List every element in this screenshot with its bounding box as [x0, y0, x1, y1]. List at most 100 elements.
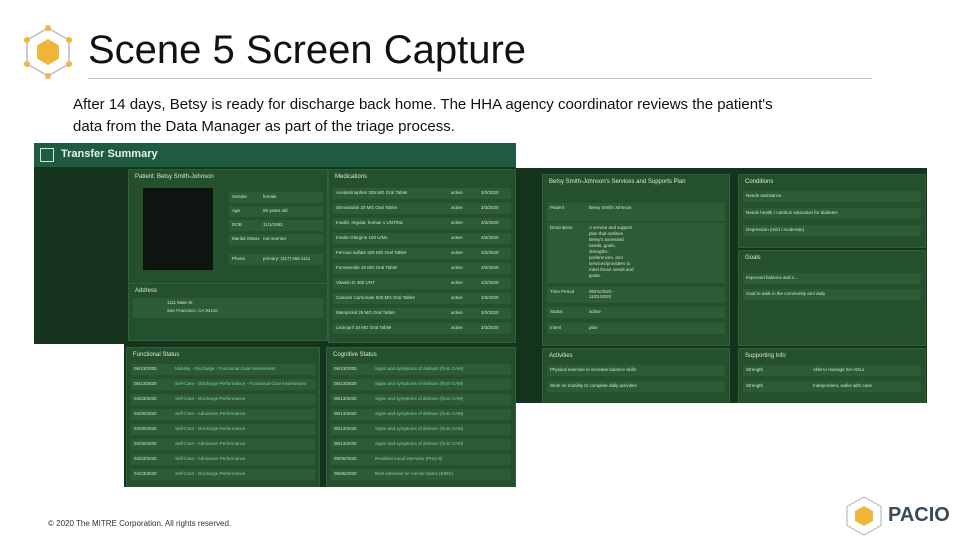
activity-text: Physical exercise to increase balance sk… — [550, 367, 637, 372]
medication-row: Vitamin D 400 UNT active 3/3/2020 — [333, 278, 511, 289]
field-label: Marital Status — [232, 236, 260, 241]
medication-name: Insulin Glargine 100 U/ML — [336, 235, 389, 240]
plan-heading: Betsy Smith-Johnson's Services and Suppo… — [549, 179, 686, 185]
cognitive-assessment-link[interactable]: Signs and symptoms of delirium (from CAM… — [375, 411, 463, 416]
patient-avatar — [143, 188, 213, 270]
functional-assessment-link[interactable]: Mobility - Discharge - Functional Goal A… — [175, 366, 276, 371]
medication-name: Simvastatin 20 MG Oral Tablet — [336, 205, 397, 210]
services-plan-screenshot: Betsy Smith-Johnson's Services and Suppo… — [516, 168, 927, 403]
functional-date: 04/23/2020 — [134, 456, 157, 461]
supporting-heading: Supporting Info — [745, 353, 786, 359]
functional-date: 04/30/2020 — [134, 441, 157, 446]
medication-name: Ferrous sulfate 325 MG Oral Tablet — [336, 250, 407, 255]
supporting-row: Strength Independent, walks with cane — [743, 381, 921, 392]
cognitive-row: 05/13/2020 Signs and symptoms of delirium… — [331, 424, 511, 435]
plan-field-row: Intent plan — [547, 323, 725, 334]
medication-status: active — [451, 205, 463, 210]
functional-assessment-link[interactable]: Self-Care - Admission Performance — [175, 411, 246, 416]
cognitive-assessment-link[interactable]: Signs and symptoms of delirium (from CAM… — [375, 366, 463, 371]
cognitive-date: 05/13/2020 — [334, 426, 357, 431]
functional-row: 04/30/2020 Self-Care - Admission Performa… — [131, 409, 315, 420]
plan-field-row: Description A service and support plan th… — [547, 223, 725, 283]
field-value: 65 years old — [263, 208, 288, 213]
cognitive-date: 05/13/2020 — [334, 381, 357, 386]
plan-field-row: Time Period 05/01/2020 - 11/01/2020 — [547, 287, 725, 303]
app-header: Transfer Summary — [34, 143, 516, 167]
functional-row: 04/30/2020 Self-Care - Admission Performa… — [131, 439, 315, 450]
field-label: Age — [232, 208, 241, 213]
cognitive-assessment-link[interactable]: Signs and symptoms of delirium (from CAM… — [375, 441, 463, 446]
functional-date: 05/13/2020 — [134, 366, 157, 371]
medication-row: Insulin, regular, human 1 UNT/ML active 3/… — [333, 218, 511, 229]
field-value: 11/1/1952 — [263, 222, 283, 227]
medication-status: active — [451, 310, 463, 315]
functional-assessment-link[interactable]: Self-Care - Discharge Performance — [175, 426, 245, 431]
cognitive-row: 05/05/2020 Brief interview for mental sta… — [331, 469, 511, 480]
medication-date: 3/3/2020 — [481, 265, 499, 270]
field-label: Description — [550, 225, 573, 230]
functional-row: 04/30/2020 Self-Care - Discharge Performa… — [131, 424, 315, 435]
functional-assessment-link[interactable]: Self-Care - Discharge Performance — [175, 471, 245, 476]
medication-status: active — [451, 190, 463, 195]
supporting-row: Strength Able to manage her ADLs — [743, 365, 921, 376]
cognitive-assessment-link[interactable]: Signs and symptoms of delirium (from CAM… — [375, 426, 463, 431]
functional-date: 05/13/2020 — [134, 381, 157, 386]
field-value: primary: (317) 555-1111 — [263, 256, 311, 261]
pacio-hexagon-logo-icon — [24, 25, 72, 79]
functional-date: 04/23/2020 — [134, 396, 157, 401]
functional-assessment-link[interactable]: Self-Care - Admission Performance — [175, 441, 246, 446]
field-label: Phone — [232, 256, 246, 261]
copyright-notice: © 2020 The MITRE Corporation. All rights… — [48, 519, 232, 528]
goal-row: Improved balance and s... — [743, 273, 921, 284]
slide-description: After 14 days, Betsy is ready for discha… — [73, 96, 773, 135]
cognitive-status-card: Cognitive Status 05/13/2020 Signs and sym… — [326, 347, 516, 487]
cognitive-row: 05/05/2020 Resident mood interview (PHQ-9… — [331, 454, 511, 465]
medication-row: Metoprolol 25 MG Oral Tablet active 3/3/20… — [333, 308, 511, 319]
address-card: Address 1111 Main St San Francisco, CA 9… — [128, 283, 328, 341]
patient-field-row: DOB 11/1/1952 — [229, 220, 323, 231]
medication-status: active — [451, 250, 463, 255]
condition-text: Needs health / nutrition education for d… — [746, 210, 838, 215]
functional-row: 05/13/2020 Self-Care - Discharge Performa… — [131, 379, 315, 390]
medication-name: Insulin, regular, human 1 UNT/ML — [336, 220, 404, 225]
cognitive-assessment-link[interactable]: Signs and symptoms of delirium (from CAM… — [375, 381, 463, 386]
plan-field-row: Status active — [547, 307, 725, 318]
home-icon[interactable] — [40, 148, 54, 162]
supporting-info-card: Supporting Info Strength Able to manage h… — [738, 348, 926, 403]
medication-status: active — [451, 265, 463, 270]
functional-date: 04/30/2020 — [134, 426, 157, 431]
slide-title: Scene 5 Screen Capture — [88, 28, 527, 72]
field-value: 05/01/2020 - 11/01/2020 — [589, 289, 615, 299]
condition-row: Depression (mild / moderate) — [743, 225, 921, 236]
patient-field-row: Age 65 years old — [229, 206, 323, 217]
pacio-wordmark: PACIO — [888, 504, 950, 526]
medication-date: 3/3/2020 — [481, 190, 499, 195]
functional-assessment-link[interactable]: Self-Care - Discharge Performance - Func… — [175, 381, 306, 386]
field-label: Patient — [550, 205, 565, 210]
medications-card: Medications Acetaminophen 325 MG Oral Ta… — [328, 169, 516, 343]
cognitive-assessment-link[interactable]: Brief interview for mental status (BIMS) — [375, 471, 453, 476]
medication-status: active — [451, 325, 463, 330]
goal-row: Goal to walk in the community and daily — [743, 289, 921, 300]
activities-heading: Activities — [549, 353, 573, 359]
cognitive-row: 05/13/2020 Signs and symptoms of delirium… — [331, 364, 511, 375]
functional-row: 04/23/2020 Self-Care - Admission Performa… — [131, 454, 315, 465]
medication-name: Vitamin D 400 UNT — [336, 280, 375, 285]
supporting-value: Able to manage her ADLs — [813, 367, 865, 372]
field-label: DOB — [232, 222, 242, 227]
goal-text: Improved balance and s... — [746, 275, 798, 280]
activity-text: Work on mobility to complete daily activ… — [550, 383, 637, 388]
functional-assessment-link[interactable]: Self-Care - Discharge Performance — [175, 396, 245, 401]
condition-row: Needs assistance — [743, 191, 921, 202]
patient-field-row: Marital Status not married — [229, 234, 323, 245]
medication-name: Calcium Carbonate 500 MG Oral Tablet — [336, 295, 415, 300]
medication-date: 3/3/2020 — [481, 220, 499, 225]
conditions-card: Conditions Needs assistance Needs health … — [738, 174, 926, 248]
medication-date: 3/3/2020 — [481, 310, 499, 315]
functional-row: 04/23/2020 Self-Care - Discharge Performa… — [131, 394, 315, 405]
cognitive-assessment-link[interactable]: Signs and symptoms of delirium (from CAM… — [375, 396, 463, 401]
patient-field-row: Gender female — [229, 192, 323, 203]
cognitive-assessment-link[interactable]: Resident mood interview (PHQ-9) — [375, 456, 442, 461]
activity-row: Physical exercise to increase balance sk… — [547, 365, 725, 376]
functional-assessment-link[interactable]: Self-Care - Admission Performance — [175, 456, 246, 461]
